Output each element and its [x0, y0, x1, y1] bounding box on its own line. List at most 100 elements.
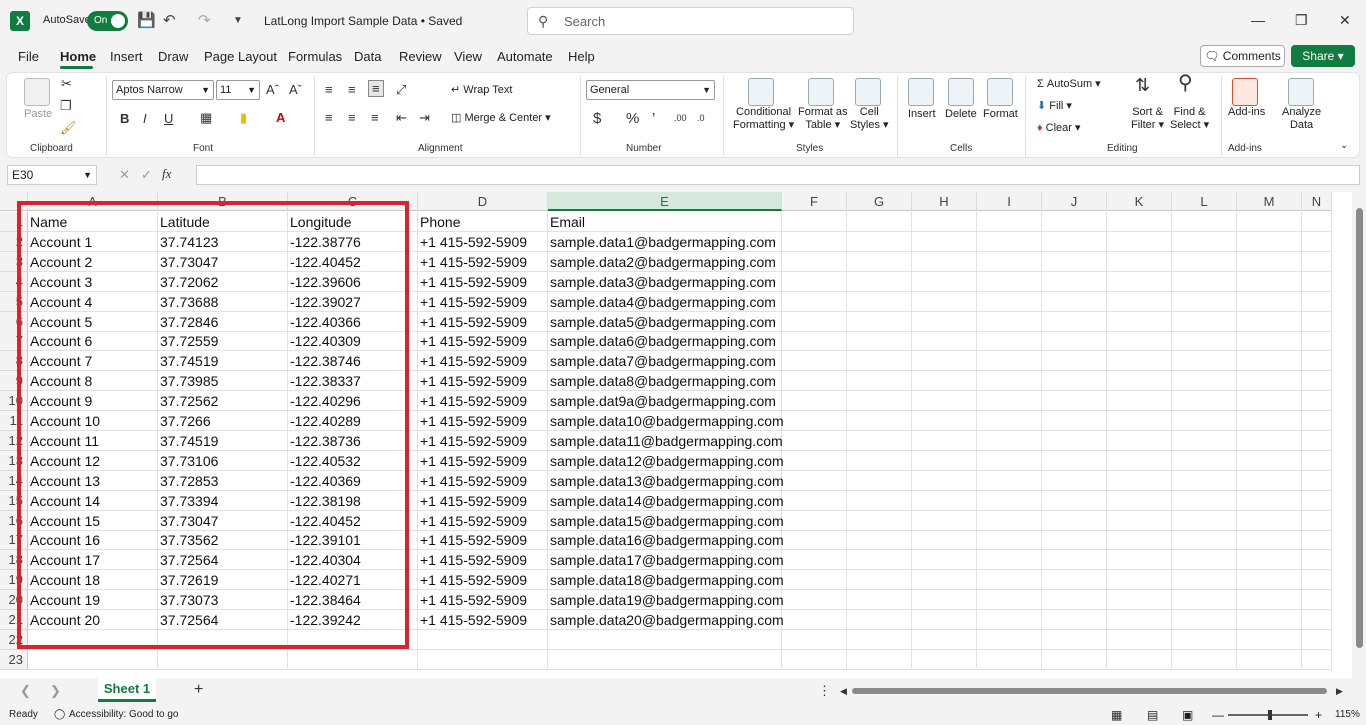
cell-d11[interactable]: +1 415-592-5909 [418, 411, 548, 431]
cell-j10[interactable] [1042, 391, 1107, 411]
cell-b8[interactable]: 37.74519 [158, 351, 288, 371]
cell-g6[interactable] [847, 312, 912, 332]
cell-a6[interactable]: Account 5 [28, 312, 158, 332]
page-break-view-icon[interactable]: ▣ [1182, 705, 1193, 725]
cell-c23[interactable] [288, 650, 418, 670]
cell-e15[interactable]: sample.data14@badgermapping.com [548, 491, 784, 511]
cell-m19[interactable] [1237, 570, 1302, 590]
cell-n5[interactable] [1302, 292, 1332, 312]
cell-f22[interactable] [782, 630, 847, 650]
cell-l17[interactable] [1172, 530, 1237, 550]
cell-n13[interactable] [1302, 451, 1332, 471]
delete-cells-icon[interactable] [948, 78, 974, 106]
cell-l2[interactable] [1172, 232, 1237, 252]
cell-d19[interactable]: +1 415-592-5909 [418, 570, 548, 590]
copy-icon[interactable]: ❐ [60, 98, 72, 113]
cell-m11[interactable] [1237, 411, 1302, 431]
cell-f11[interactable] [782, 411, 847, 431]
cell-k3[interactable] [1107, 252, 1172, 272]
cell-c9[interactable]: -122.38337 [288, 371, 418, 391]
cell-m14[interactable] [1237, 471, 1302, 491]
cell-l8[interactable] [1172, 351, 1237, 371]
column-header-k[interactable]: K [1107, 192, 1172, 211]
cell-f6[interactable] [782, 312, 847, 332]
cell-h5[interactable] [912, 292, 977, 312]
cell-l9[interactable] [1172, 371, 1237, 391]
cell-n11[interactable] [1302, 411, 1332, 431]
cell-k10[interactable] [1107, 391, 1172, 411]
cell-b17[interactable]: 37.73562 [158, 530, 288, 550]
cell-i9[interactable] [977, 371, 1042, 391]
horizontal-scroll-thumb[interactable] [852, 688, 1327, 694]
cell-f5[interactable] [782, 292, 847, 312]
cell-m15[interactable] [1237, 491, 1302, 511]
cell-e19[interactable]: sample.data18@badgermapping.com [548, 570, 784, 590]
cell-i18[interactable] [977, 550, 1042, 570]
cell-i16[interactable] [977, 511, 1042, 531]
row-header[interactable]: 4 [0, 272, 28, 292]
autosum-button[interactable]: Σ AutoSum ▾ [1037, 78, 1101, 91]
delete-cells-button[interactable]: Delete [945, 108, 977, 121]
cell-a19[interactable]: Account 18 [28, 570, 158, 590]
cell-h21[interactable] [912, 610, 977, 630]
cell-b1[interactable]: Latitude [158, 212, 288, 232]
cell-f15[interactable] [782, 491, 847, 511]
cell-j22[interactable] [1042, 630, 1107, 650]
cell-i19[interactable] [977, 570, 1042, 590]
zoom-level[interactable]: 115% [1335, 705, 1360, 725]
page-layout-view-icon[interactable]: ▤ [1147, 705, 1158, 725]
column-header-l[interactable]: L [1172, 192, 1237, 211]
cell-e20[interactable]: sample.data19@badgermapping.com [548, 590, 784, 610]
cell-j8[interactable] [1042, 351, 1107, 371]
cell-c14[interactable]: -122.40369 [288, 471, 418, 491]
cell-k14[interactable] [1107, 471, 1172, 491]
cell-h6[interactable] [912, 312, 977, 332]
italic-icon[interactable]: I [143, 111, 147, 126]
next-sheet-icon[interactable]: ❯ [50, 683, 61, 698]
cell-c11[interactable]: -122.40289 [288, 411, 418, 431]
cell-k18[interactable] [1107, 550, 1172, 570]
cell-d8[interactable]: +1 415-592-5909 [418, 351, 548, 371]
cell-i12[interactable] [977, 431, 1042, 451]
cell-b12[interactable]: 37.74519 [158, 431, 288, 451]
column-header-a[interactable]: A [28, 192, 158, 211]
cell-g22[interactable] [847, 630, 912, 650]
cell-n15[interactable] [1302, 491, 1332, 511]
merge-center-button[interactable]: ◫ Merge & Center ▾ [451, 112, 551, 125]
cell-h19[interactable] [912, 570, 977, 590]
add-ins-button[interactable]: Add-ins [1228, 106, 1265, 119]
row-header[interactable]: 2 [0, 232, 28, 252]
cell-m5[interactable] [1237, 292, 1302, 312]
cell-i2[interactable] [977, 232, 1042, 252]
cell-b3[interactable]: 37.73047 [158, 252, 288, 272]
wrap-text-button[interactable]: ↵ Wrap Text [451, 84, 512, 97]
cell-h17[interactable] [912, 530, 977, 550]
cell-c7[interactable]: -122.40309 [288, 331, 418, 351]
cell-g9[interactable] [847, 371, 912, 391]
row-header[interactable]: 5 [0, 292, 28, 312]
cell-j16[interactable] [1042, 511, 1107, 531]
collapse-ribbon-icon[interactable]: ⌄ [1340, 138, 1348, 153]
currency-icon[interactable]: $ [593, 111, 601, 126]
row-header[interactable]: 8 [0, 351, 28, 371]
close-icon[interactable]: ✕ [1339, 12, 1351, 29]
cell-f19[interactable] [782, 570, 847, 590]
zoom-slider[interactable] [1228, 710, 1308, 720]
cell-c6[interactable]: -122.40366 [288, 312, 418, 332]
cell-l14[interactable] [1172, 471, 1237, 491]
cell-e2[interactable]: sample.data1@badgermapping.com [548, 232, 782, 252]
cell-h20[interactable] [912, 590, 977, 610]
sort-filter-icon[interactable]: ⇅ [1135, 76, 1150, 94]
add-sheet-icon[interactable]: + [194, 682, 203, 698]
cell-m1[interactable] [1237, 212, 1302, 232]
cell-d9[interactable]: +1 415-592-5909 [418, 371, 548, 391]
cell-l22[interactable] [1172, 630, 1237, 650]
cell-g15[interactable] [847, 491, 912, 511]
cell-g16[interactable] [847, 511, 912, 531]
cell-i8[interactable] [977, 351, 1042, 371]
cell-c10[interactable]: -122.40296 [288, 391, 418, 411]
cell-a12[interactable]: Account 11 [28, 431, 158, 451]
row-header[interactable]: 14 [0, 471, 28, 491]
cell-c15[interactable]: -122.38198 [288, 491, 418, 511]
cell-m20[interactable] [1237, 590, 1302, 610]
